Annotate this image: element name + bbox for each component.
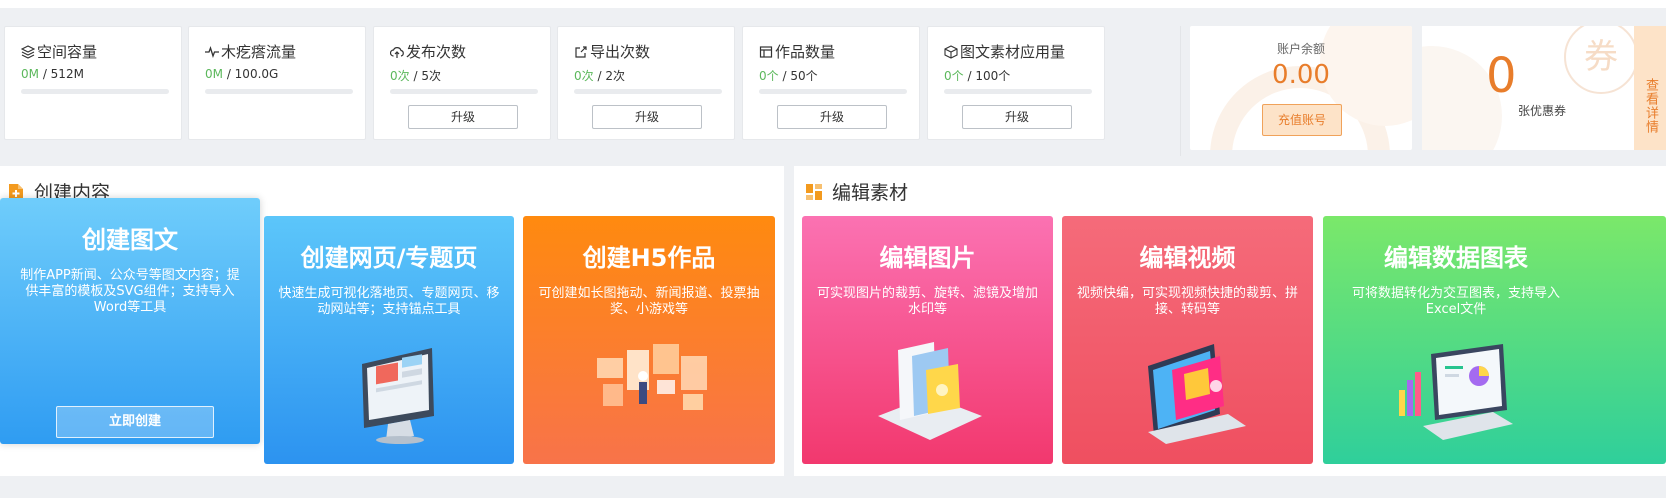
pulse-icon	[205, 45, 219, 58]
stat-card-materials: 图文素材应用量 0个 / 100个 升级	[927, 26, 1105, 140]
coupon-count: 0	[1486, 48, 1517, 104]
tile-description: 可将数据转化为交互图表，支持导入Excel文件	[1351, 286, 1560, 317]
balance-amount: 0.00	[1272, 60, 1330, 90]
tile-title: 编辑视频	[1139, 244, 1236, 272]
create-article-tile[interactable]: 创建图文 制作APP新闻、公众号等图文内容；提供丰富的模板及SVG组件；支持导入…	[0, 198, 260, 444]
works-icon	[759, 45, 773, 58]
usage-bar	[574, 89, 722, 94]
tile-title: 创建网页/专题页	[300, 244, 478, 272]
export-icon	[575, 45, 587, 58]
coupon-stamp-icon: 券	[1564, 26, 1638, 94]
view-details-link[interactable]: 查看详情	[1634, 26, 1666, 150]
create-now-button[interactable]: 立即创建	[56, 406, 214, 438]
tile-description: 视频快编，可实现视频快捷的裁剪、拼接、转码等	[1076, 286, 1298, 317]
image-edit-illustration	[878, 342, 982, 440]
stat-card-storage: 空间容量 0M / 512M	[4, 26, 182, 140]
stat-title: 空间容量	[37, 43, 98, 61]
tile-title: 创建图文	[82, 226, 178, 254]
edit-chart-tile[interactable]: 编辑数据图表 可将数据转化为交互图表，支持导入Excel文件	[1323, 216, 1666, 464]
stat-title: 木疙瘩流量	[221, 43, 297, 61]
create-content-panel: 创建内容 创建图文 制作APP新闻、公众号等图文内容；提供丰富的模板及SVG组件…	[0, 166, 784, 476]
stat-card-export: 导出次数 0次 / 2次 升级	[557, 26, 735, 140]
tile-title: 编辑图片	[879, 244, 976, 272]
recharge-button[interactable]: 充值账号	[1262, 104, 1342, 136]
balance-label: 账户余额	[1276, 42, 1325, 56]
edit-image-tile[interactable]: 编辑图片 可实现图片的裁剪、旋转、滤镜及增加水印等	[802, 216, 1053, 464]
coupon-label: 张优惠券	[1518, 104, 1567, 118]
tile-description: 制作APP新闻、公众号等图文内容；提供丰富的模板及SVG组件；支持导入Word等…	[20, 268, 240, 315]
usage-bar	[759, 89, 907, 94]
stat-value: 0个 / 50个	[759, 69, 818, 83]
divider	[1180, 26, 1181, 156]
stat-title: 图文素材应用量	[960, 43, 1066, 61]
stat-value: 0次 / 5次	[390, 69, 441, 83]
tile-title: 编辑数据图表	[1384, 244, 1528, 272]
monitor-illustration	[362, 348, 434, 444]
usage-bar	[21, 89, 169, 94]
edit-materials-icon	[806, 183, 822, 200]
stat-value: 0M / 100.0G	[205, 67, 279, 81]
upgrade-button[interactable]: 升级	[408, 105, 518, 129]
tile-description: 可实现图片的裁剪、旋转、滤镜及增加水印等	[816, 286, 1038, 317]
h5-illustration	[597, 344, 707, 410]
account-balance-card: 账户余额 0.00 充值账号	[1190, 26, 1412, 150]
stat-card-traffic: 木疙瘩流量 0M / 100.0G	[188, 26, 366, 140]
top-strip	[0, 0, 1666, 8]
stat-value: 0个 / 100个	[944, 69, 1011, 83]
upgrade-button[interactable]: 升级	[962, 105, 1072, 129]
stat-card-publish: 发布次数 0次 / 5次 升级	[373, 26, 551, 140]
stat-value: 0次 / 2次	[574, 69, 625, 83]
stats-row: 空间容量 0M / 512M 木疙瘩流量 0M / 100.0G 发布次数 0次…	[0, 8, 1666, 158]
cloud-upload-icon	[390, 46, 404, 58]
stat-title: 作品数量	[775, 43, 836, 61]
stat-card-works: 作品数量 0个 / 50个 升级	[742, 26, 920, 140]
upgrade-button[interactable]: 升级	[592, 105, 702, 129]
stat-title: 发布次数	[406, 43, 467, 61]
usage-bar	[944, 89, 1092, 94]
layers-icon	[21, 44, 35, 59]
coupon-card: 券 0 张优惠券 查看详情	[1422, 26, 1666, 150]
tile-title: 创建H5作品	[582, 244, 716, 272]
usage-bar	[205, 89, 353, 94]
create-webpage-tile[interactable]: 创建网页/专题页 快速生成可视化落地页、专题网页、移动网站等；支持锚点工具	[264, 216, 514, 464]
edit-video-tile[interactable]: 编辑视频 视频快编，可实现视频快捷的裁剪、拼接、转码等	[1062, 216, 1313, 464]
tile-description: 可创建如长图拖动、新闻报道、投票抽奖、小游戏等	[538, 286, 760, 317]
cube-icon	[944, 44, 958, 59]
edit-materials-panel: 编辑素材 编辑图片 可实现图片的裁剪、旋转、滤镜及增加水印等 编辑视频 视频快编…	[794, 166, 1666, 476]
chart-edit-illustration	[1399, 344, 1513, 440]
upgrade-button[interactable]: 升级	[777, 105, 887, 129]
bottom-strip	[0, 478, 1666, 498]
video-edit-illustration	[1148, 344, 1246, 444]
panel-title: 编辑素材	[832, 182, 909, 204]
create-h5-tile[interactable]: 创建H5作品 可创建如长图拖动、新闻报道、投票抽奖、小游戏等	[523, 216, 775, 464]
usage-bar	[390, 89, 538, 94]
stat-title: 导出次数	[590, 43, 651, 61]
stat-value: 0M / 512M	[21, 67, 84, 81]
tile-description: 快速生成可视化落地页、专题网页、移动网站等；支持锚点工具	[278, 286, 500, 317]
